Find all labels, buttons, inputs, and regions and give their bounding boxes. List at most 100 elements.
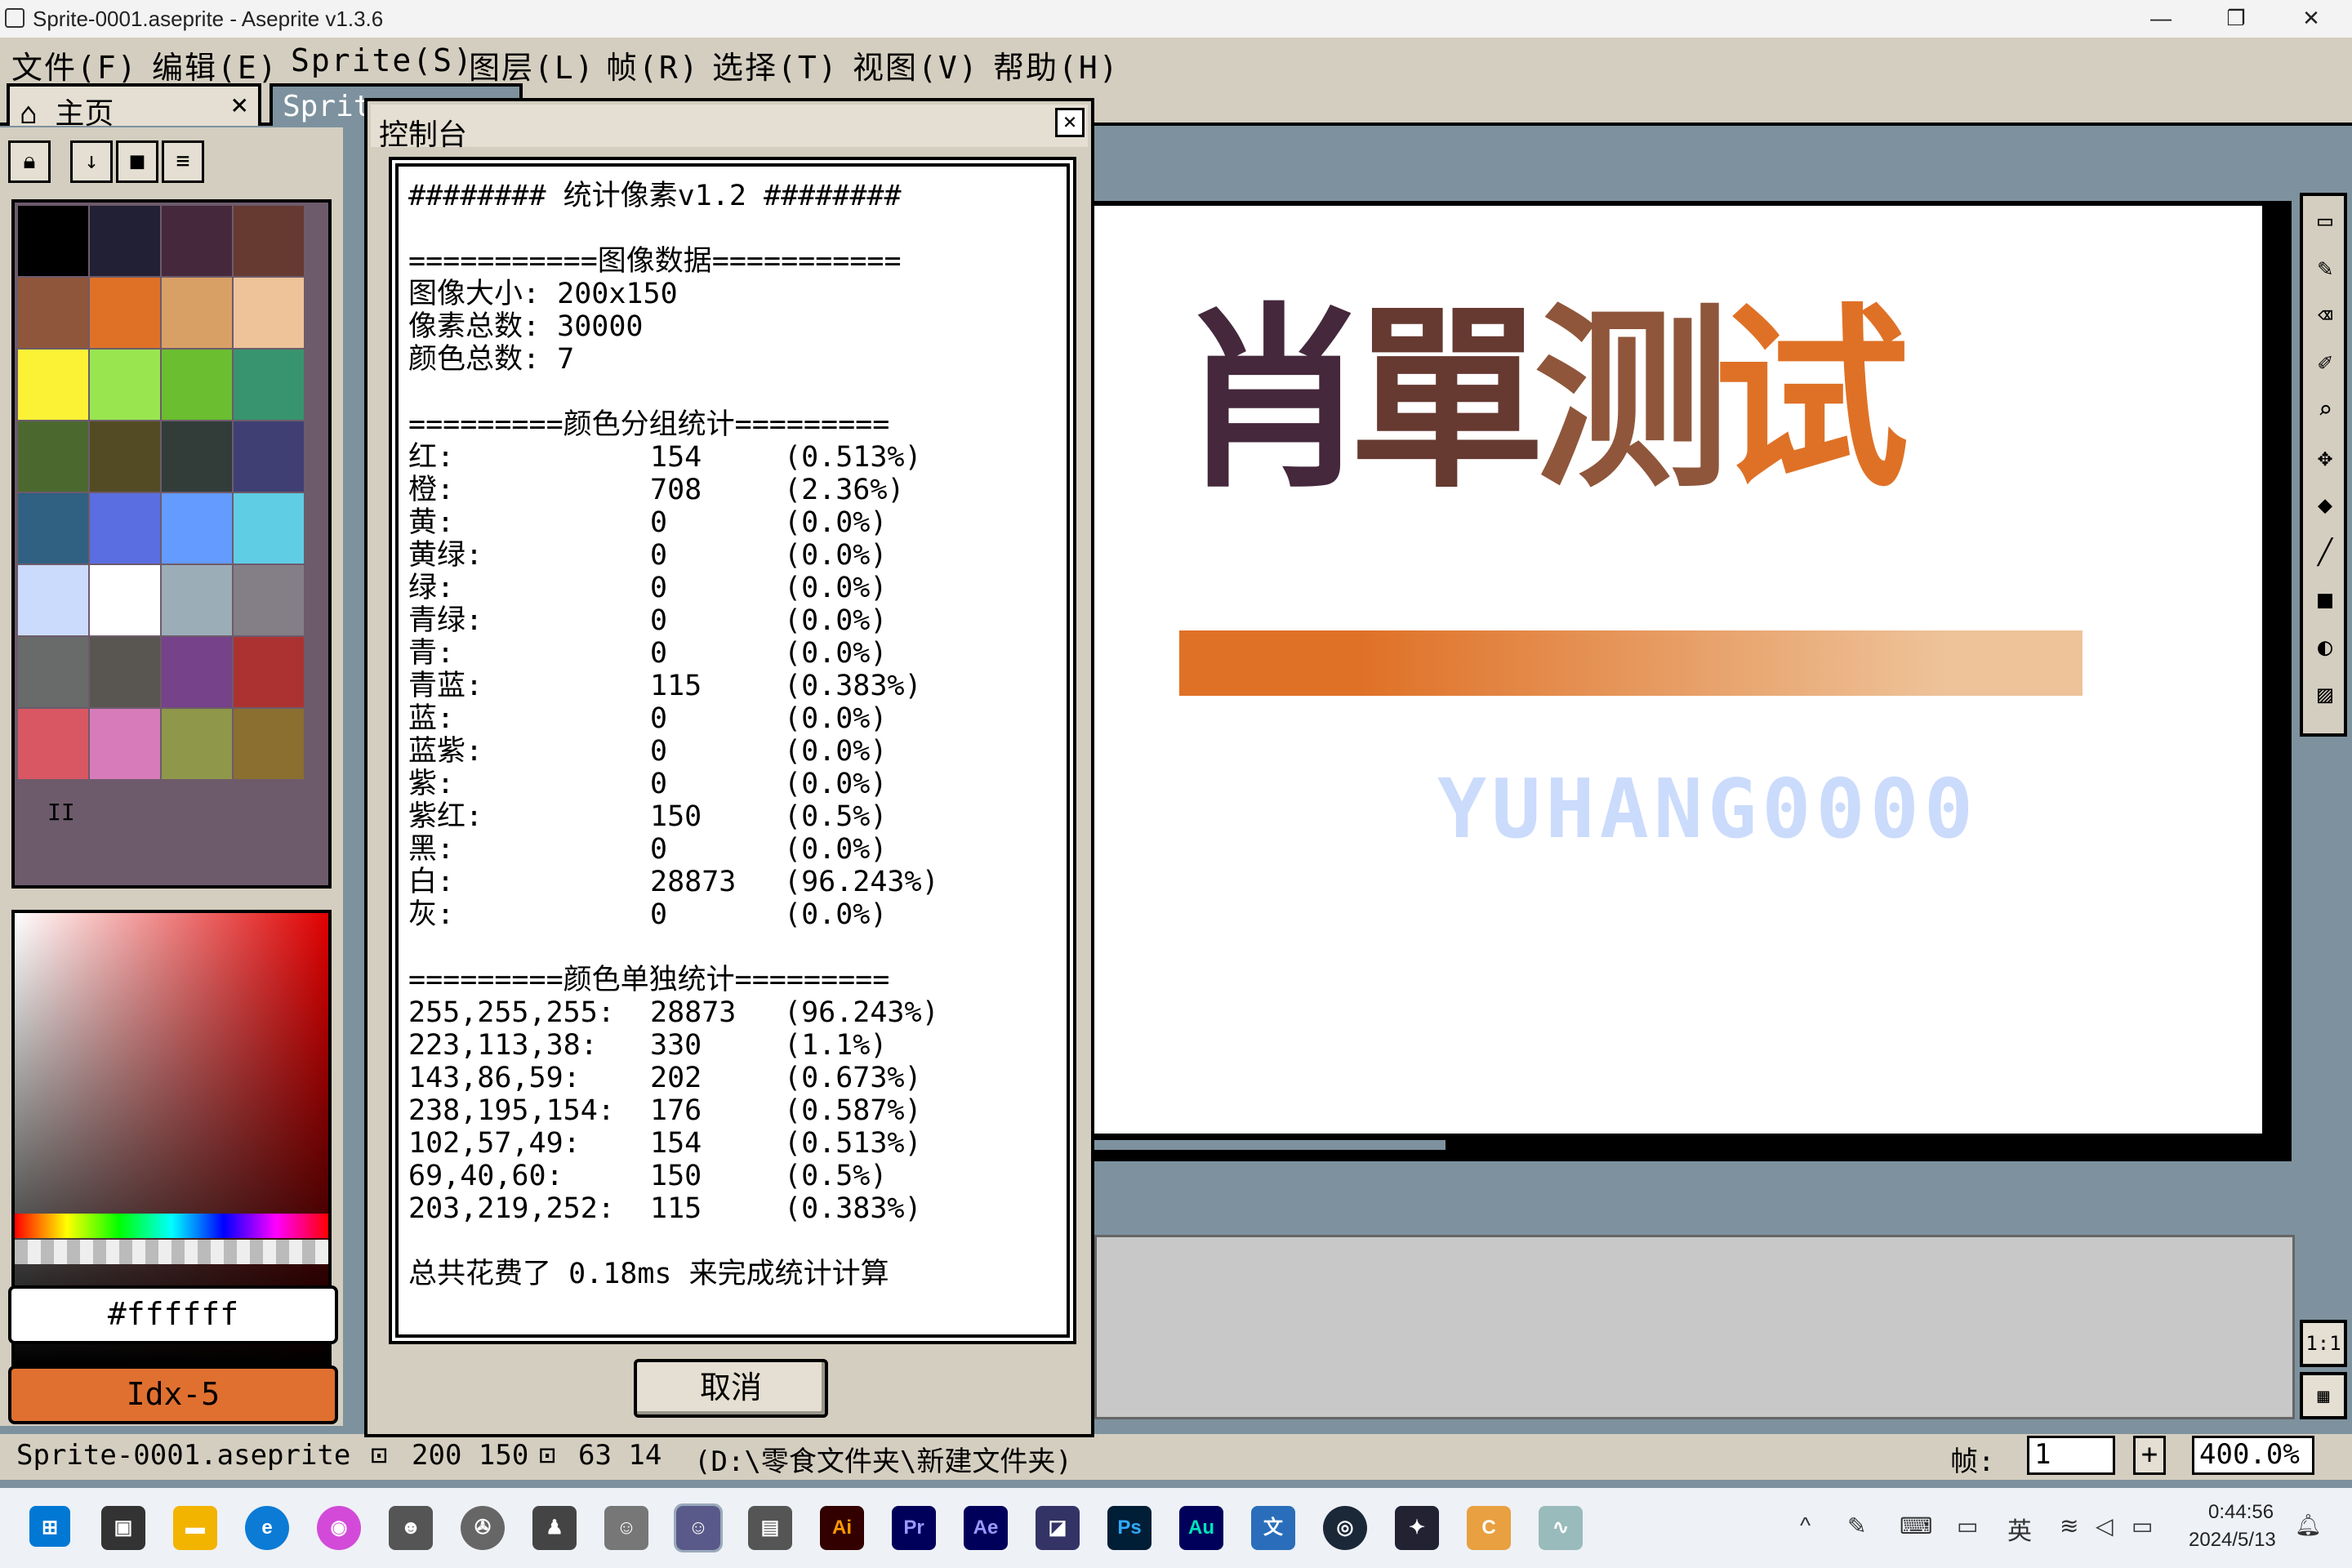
- tool-icon[interactable]: ✥: [2306, 438, 2344, 480]
- translate-icon[interactable]: 文: [1251, 1506, 1295, 1550]
- palette-swatch[interactable]: [18, 709, 88, 779]
- tool-icon[interactable]: ✎: [2306, 248, 2344, 291]
- palette-menu-icon[interactable]: ≡: [162, 140, 204, 183]
- windows-start-icon[interactable]: ⊞: [29, 1506, 70, 1547]
- palette-swatch[interactable]: [90, 206, 160, 276]
- pause-icon[interactable]: II: [47, 799, 75, 826]
- palette-stop-icon[interactable]: ■: [116, 140, 158, 183]
- lock-icon[interactable]: 🔒︎: [8, 140, 51, 183]
- palette-swatch[interactable]: [18, 493, 88, 564]
- wifi-icon[interactable]: ≋: [2060, 1512, 2078, 1539]
- ime-language[interactable]: 英: [2007, 1511, 2032, 1547]
- tool-icon[interactable]: ✐: [2306, 343, 2344, 385]
- filmstrip-icon[interactable]: ▦: [2300, 1372, 2347, 1419]
- c-app-icon[interactable]: C: [1467, 1506, 1511, 1550]
- zoom-field[interactable]: 400.0%: [2192, 1436, 2314, 1475]
- palette-swatch[interactable]: [162, 637, 232, 707]
- edge-icon[interactable]: e: [245, 1506, 289, 1550]
- palette-swatch[interactable]: [90, 637, 160, 707]
- tool-icon[interactable]: ╱: [2306, 532, 2344, 575]
- palette-swatch[interactable]: [90, 565, 160, 635]
- tool-icon[interactable]: ◐: [2306, 627, 2344, 670]
- restore-button[interactable]: ❐: [2198, 0, 2274, 38]
- palette-swatch[interactable]: [18, 421, 88, 492]
- palette-swatch[interactable]: [18, 350, 88, 420]
- menu-sprite[interactable]: Sprite(S): [291, 42, 474, 78]
- palette-swatch[interactable]: [18, 206, 88, 276]
- display-icon[interactable]: ▭: [1957, 1512, 1978, 1539]
- menu-help[interactable]: 帮助(H): [993, 42, 1120, 87]
- aseprite-taskbar-icon[interactable]: ☺: [674, 1503, 723, 1552]
- pen-icon[interactable]: ✎: [1847, 1512, 1866, 1539]
- menu-edit[interactable]: 编辑(E): [152, 42, 278, 87]
- menu-frame[interactable]: 帧(R): [606, 42, 700, 87]
- keyboard-icon[interactable]: ⌨: [1900, 1512, 1932, 1539]
- palette-swatch[interactable]: [234, 421, 304, 492]
- palette-swatch[interactable]: [90, 421, 160, 492]
- tool-icon[interactable]: ▨: [2306, 675, 2344, 717]
- palette-index-field[interactable]: Idx-5: [8, 1365, 338, 1424]
- adobe-app-icon[interactable]: Pr: [892, 1506, 936, 1550]
- tab-home[interactable]: ⌂ 主页 ×: [7, 83, 261, 131]
- media-encoder-icon[interactable]: ◪: [1036, 1506, 1080, 1550]
- add-frame-button[interactable]: +: [2133, 1436, 2166, 1475]
- hex-color-field[interactable]: #ffffff: [8, 1285, 338, 1344]
- task-view-icon[interactable]: ▣: [101, 1506, 145, 1550]
- menu-view[interactable]: 视图(V): [853, 42, 979, 87]
- close-window-button[interactable]: ✕: [2274, 0, 2349, 38]
- palette-swatch[interactable]: [90, 278, 160, 348]
- palette-swatch[interactable]: [234, 565, 304, 635]
- adobe-app-icon[interactable]: Au: [1179, 1506, 1223, 1550]
- alpha-slider[interactable]: [15, 1240, 328, 1264]
- palette-swatch[interactable]: [162, 278, 232, 348]
- tool-icon[interactable]: ⌫: [2306, 296, 2344, 338]
- aseprite-old-icon[interactable]: ☺: [604, 1506, 648, 1550]
- menu-select[interactable]: 选择(T): [712, 42, 839, 87]
- palette-swatch[interactable]: [162, 421, 232, 492]
- battery-icon[interactable]: ▭: [2132, 1512, 2153, 1539]
- window-app-icon[interactable]: ▤: [748, 1506, 792, 1550]
- adobe-app-icon[interactable]: Ps: [1107, 1506, 1152, 1550]
- file-explorer-icon[interactable]: ▬: [173, 1506, 217, 1550]
- chart-app-icon[interactable]: ∿: [1539, 1506, 1583, 1550]
- tool-icon[interactable]: ◆: [2306, 485, 2344, 528]
- tool-icon[interactable]: ▭: [2306, 201, 2344, 243]
- hue-slider[interactable]: [15, 1214, 328, 1238]
- palette-swatch[interactable]: [18, 278, 88, 348]
- tool-icon[interactable]: ■: [2306, 580, 2344, 622]
- palette-swatch[interactable]: [234, 278, 304, 348]
- palette-swatch[interactable]: [18, 637, 88, 707]
- minimize-button[interactable]: —: [2123, 0, 2198, 38]
- palette-swatch[interactable]: [162, 709, 232, 779]
- cat-app-icon[interactable]: ✦: [1395, 1506, 1439, 1550]
- palette-swatch[interactable]: [234, 206, 304, 276]
- ratio-button[interactable]: 1:1: [2300, 1320, 2347, 1367]
- adobe-app-icon[interactable]: Ai: [820, 1506, 864, 1550]
- sprite-canvas[interactable]: 肖單测试 YUHANG0000: [1094, 206, 2262, 1134]
- frame-input[interactable]: 1: [2027, 1436, 2115, 1475]
- close-icon[interactable]: ×: [1055, 108, 1085, 137]
- clock-time[interactable]: 0:44:56: [2208, 1501, 2274, 1524]
- blender-icon[interactable]: ✇: [461, 1506, 505, 1550]
- cancel-button[interactable]: 取消: [634, 1359, 828, 1418]
- palette-swatch[interactable]: [234, 637, 304, 707]
- palette-swatch[interactable]: [162, 206, 232, 276]
- palette-swatch[interactable]: [90, 350, 160, 420]
- figure-app-icon[interactable]: ♟: [532, 1506, 577, 1550]
- palette-swatch[interactable]: [234, 493, 304, 564]
- clock-date[interactable]: 2024/5/13: [2189, 1529, 2276, 1552]
- tool-icon[interactable]: ⌕: [2306, 390, 2344, 433]
- palette-swatch[interactable]: [90, 493, 160, 564]
- palette-swatch[interactable]: [18, 565, 88, 635]
- alien-app-icon[interactable]: ☻: [389, 1506, 433, 1550]
- tab-close-icon[interactable]: ×: [230, 88, 248, 122]
- sort-down-icon[interactable]: ↓: [70, 140, 113, 183]
- palette-swatch[interactable]: [162, 565, 232, 635]
- palette-swatch[interactable]: [162, 350, 232, 420]
- timeline-panel[interactable]: [1094, 1235, 2295, 1419]
- volume-icon[interactable]: ◁: [2096, 1512, 2114, 1539]
- steam-icon[interactable]: ◎: [1323, 1506, 1367, 1550]
- palette-swatch[interactable]: [234, 350, 304, 420]
- menu-layer[interactable]: 图层(L): [469, 42, 595, 87]
- menu-file[interactable]: 文件(F): [11, 42, 138, 87]
